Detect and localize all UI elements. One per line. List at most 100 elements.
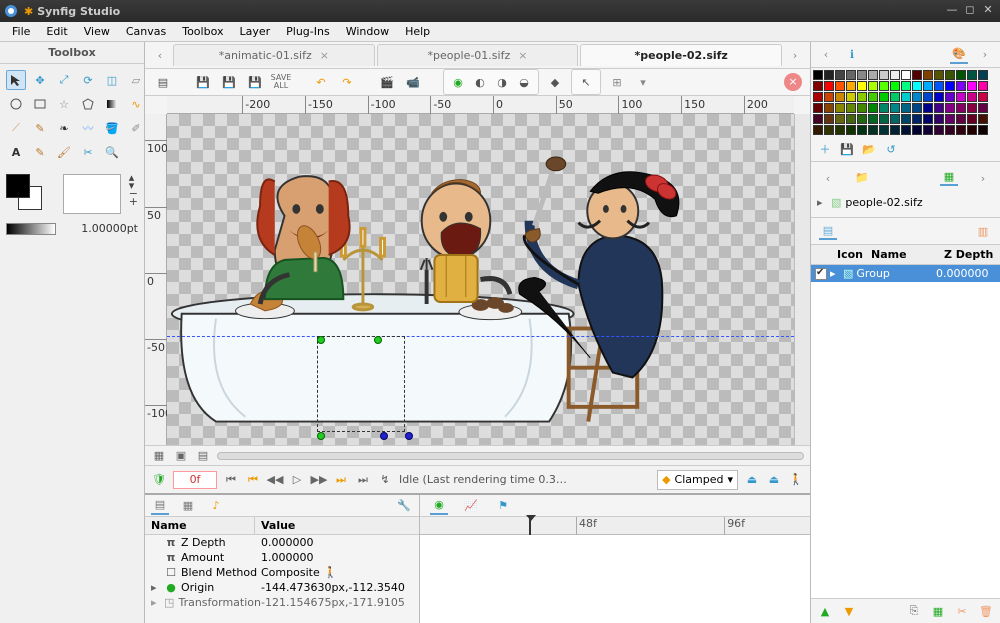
handle-angle[interactable]	[405, 432, 413, 440]
palette-swatch[interactable]	[868, 125, 878, 135]
palette-swatch[interactable]	[945, 125, 955, 135]
animate-icon[interactable]: 🚶	[324, 566, 338, 579]
palette-swatch[interactable]	[956, 81, 966, 91]
seek-next-frame-icon[interactable]: ▶▶	[311, 472, 327, 488]
palette-swatch[interactable]	[978, 114, 988, 124]
timeline-body[interactable]	[420, 535, 810, 623]
palette-swatch[interactable]	[934, 92, 944, 102]
palette-swatch[interactable]	[912, 103, 922, 113]
palette-swatch[interactable]	[846, 114, 856, 124]
palette-swatch[interactable]	[857, 114, 867, 124]
minimize-button[interactable]: —	[944, 3, 960, 19]
palette-swatch[interactable]	[868, 92, 878, 102]
stroke-width-value[interactable]: 1.00000pt	[62, 222, 138, 235]
close-icon[interactable]: ×	[320, 49, 329, 62]
ruler-horizontal[interactable]: -200 -150 -100 -50 0 50 100 150 200	[167, 96, 794, 114]
tool-star[interactable]: ☆	[54, 94, 74, 114]
palette-swatch[interactable]	[835, 114, 845, 124]
tool-fill[interactable]: 🪣	[102, 118, 122, 138]
menu-layer[interactable]: Layer	[231, 23, 278, 40]
layer-raise-icon[interactable]: ▲	[817, 603, 833, 619]
nav-next-icon[interactable]: ›	[972, 168, 994, 188]
maximize-button[interactable]: ◻	[962, 3, 978, 19]
palette-swatch[interactable]	[978, 70, 988, 80]
palette-swatch[interactable]	[956, 125, 966, 135]
palette-swatch[interactable]	[901, 125, 911, 135]
play-icon[interactable]: ▷	[289, 472, 305, 488]
tool-rectangle[interactable]	[30, 94, 50, 114]
palette-swatch[interactable]	[967, 125, 977, 135]
palette-swatch[interactable]	[945, 114, 955, 124]
seek-prev-frame-icon[interactable]: ◀◀	[267, 472, 283, 488]
palette-swatch[interactable]	[813, 114, 823, 124]
tab-nav-prev[interactable]: ‹	[149, 45, 171, 65]
library-tab-icon[interactable]: ♪	[207, 497, 225, 515]
palette-swatch[interactable]	[813, 125, 823, 135]
palette-swatch[interactable]	[835, 125, 845, 135]
tool-perspective[interactable]: ▱	[126, 70, 146, 90]
vertical-scrollbar[interactable]	[794, 114, 810, 445]
tool-brush[interactable]: 🖌	[54, 142, 74, 162]
palette-swatch[interactable]	[901, 114, 911, 124]
palette-swatch[interactable]	[824, 70, 834, 80]
layer-group-icon[interactable]: ▦	[930, 603, 946, 619]
canvas-view[interactable]	[167, 114, 794, 445]
palette-swatch[interactable]	[813, 92, 823, 102]
param-row[interactable]: ▸●Origin-144.473630px,-112.3540	[145, 580, 419, 595]
render-icon[interactable]: 🎬	[377, 72, 397, 92]
tool-region[interactable]: ❧	[54, 118, 74, 138]
palette-swatch[interactable]	[868, 81, 878, 91]
palette-swatch[interactable]	[923, 103, 933, 113]
palette-swatch[interactable]	[945, 92, 955, 102]
save-all-icon[interactable]: 💾	[245, 72, 265, 92]
palette-swatch[interactable]	[846, 103, 856, 113]
grid-icon[interactable]: ⊞	[607, 72, 627, 92]
palette-swatch[interactable]	[956, 103, 966, 113]
guide-horizontal[interactable]	[167, 336, 794, 337]
timeline-ruler[interactable]: 48f 96f	[420, 517, 810, 535]
gradient-swatch[interactable]	[6, 223, 56, 235]
palette-swatch[interactable]	[846, 81, 856, 91]
onion-skin-icon[interactable]: ◉	[448, 72, 468, 92]
params-tab-icon[interactable]: ▤	[151, 497, 169, 515]
save-icon[interactable]: 💾	[193, 72, 213, 92]
layer-name[interactable]: Group	[856, 267, 933, 280]
tool-rotate[interactable]: ⟳	[78, 70, 98, 90]
palette-swatch[interactable]	[835, 70, 845, 80]
onion-settings-icon[interactable]: ◒	[514, 72, 534, 92]
palette-swatch[interactable]	[846, 70, 856, 80]
zoom-in-icon[interactable]: ▤	[195, 448, 211, 464]
save-all-text[interactable]: SAVEALL	[271, 72, 291, 92]
palette-add-icon[interactable]: ＋	[817, 141, 833, 157]
onion-past-icon[interactable]: ◐	[470, 72, 490, 92]
layers-tab-icon[interactable]: ▤	[819, 222, 837, 240]
palette-swatch[interactable]	[879, 92, 889, 102]
palette-swatch[interactable]	[967, 103, 977, 113]
palette-swatch[interactable]	[945, 103, 955, 113]
palette-open-icon[interactable]: 📂	[861, 141, 877, 157]
palette-swatch[interactable]	[912, 92, 922, 102]
layer-duplicate-icon[interactable]: ⎘	[906, 603, 922, 619]
tool-transform[interactable]	[6, 70, 26, 90]
param-value[interactable]: 0.000000	[261, 536, 413, 549]
palette-swatch[interactable]	[978, 92, 988, 102]
tool-draw[interactable]: ✎	[30, 118, 50, 138]
palette-swatch[interactable]	[978, 103, 988, 113]
tool-circle[interactable]	[6, 94, 26, 114]
palette-swatch[interactable]	[967, 92, 977, 102]
palette-swatch[interactable]	[945, 81, 955, 91]
menu-canvas[interactable]: Canvas	[118, 23, 174, 40]
seek-prev-key-icon[interactable]: ⏮	[245, 472, 261, 488]
animate-mode-icon[interactable]: 🚶	[788, 472, 804, 488]
palette-swatch[interactable]	[967, 81, 977, 91]
handle-scale[interactable]	[374, 336, 382, 344]
tool-mirror[interactable]: ◫	[102, 70, 122, 90]
palette-swatch[interactable]	[824, 92, 834, 102]
palette-swatch[interactable]	[879, 114, 889, 124]
tab-nav-next[interactable]: ›	[784, 45, 806, 65]
tab-animatic[interactable]: *animatic-01.sifz×	[173, 44, 375, 66]
header-vis[interactable]	[811, 245, 833, 264]
palette-swatch[interactable]	[890, 114, 900, 124]
palette-swatch[interactable]	[857, 70, 867, 80]
menu-view[interactable]: View	[76, 23, 118, 40]
